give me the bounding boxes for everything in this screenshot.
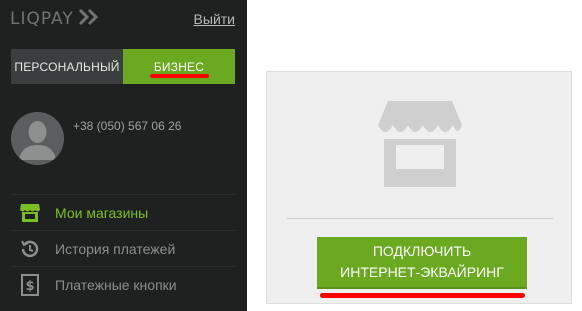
business-tab[interactable]: БИЗНЕС [123,49,235,84]
user-silhouette-icon [11,112,64,165]
divider [287,218,553,219]
nav-item-label: Платежные кнопки [55,276,177,293]
sidebar: LIQPAY Выйти ПЕРСОНАЛЬНЫЙ БИЗНЕС +38 (05… [0,0,247,311]
connect-button-line1: ПОДКЛЮЧИТЬ [372,243,472,259]
highlight-underline [150,74,209,78]
avatar[interactable] [11,112,64,165]
nav-item-label: Мои магазины [55,204,149,221]
shop-awning-icon [378,101,462,187]
account-type-toggle: ПЕРСОНАЛЬНЫЙ БИЗНЕС [11,49,235,84]
nav-item-label: История платежей [55,240,176,257]
user-phone: +38 (050) 567 06 26 [73,119,182,133]
app-root: LIQPAY Выйти ПЕРСОНАЛЬНЫЙ БИЗНЕС +38 (05… [0,0,582,311]
connect-button-line2: ИНТЕРНЕТ-ЭКВАЙРИНГ [340,264,504,280]
business-tab-label: БИЗНЕС [153,59,205,74]
shop-icon [18,201,42,225]
sidebar-nav: Мои магазины История платежей $ Платежны… [11,194,235,302]
acquiring-card: ПОДКЛЮЧИТЬ ИНТЕРНЕТ-ЭКВАЙРИНГ [266,71,572,304]
liqpay-logo[interactable]: LIQPAY [10,8,100,30]
nav-item-my-shops[interactable]: Мои магазины [11,194,235,230]
logo-text: LIQPAY [10,9,74,29]
connect-acquiring-button[interactable]: ПОДКЛЮЧИТЬ ИНТЕРНЕТ-ЭКВАЙРИНГ [317,237,527,289]
double-chevron-icon [78,8,100,31]
personal-tab[interactable]: ПЕРСОНАЛЬНЫЙ [11,49,123,84]
logout-link[interactable]: Выйти [194,11,235,27]
svg-text:$: $ [25,279,34,294]
nav-item-payment-buttons[interactable]: $ Платежные кнопки [11,266,235,302]
personal-tab-label: ПЕРСОНАЛЬНЫЙ [14,59,120,74]
nav-item-payment-history[interactable]: История платежей [11,230,235,266]
highlight-underline [320,293,525,298]
history-icon [18,237,42,261]
dollar-icon: $ [18,273,42,297]
user-profile: +38 (050) 567 06 26 [11,112,181,165]
